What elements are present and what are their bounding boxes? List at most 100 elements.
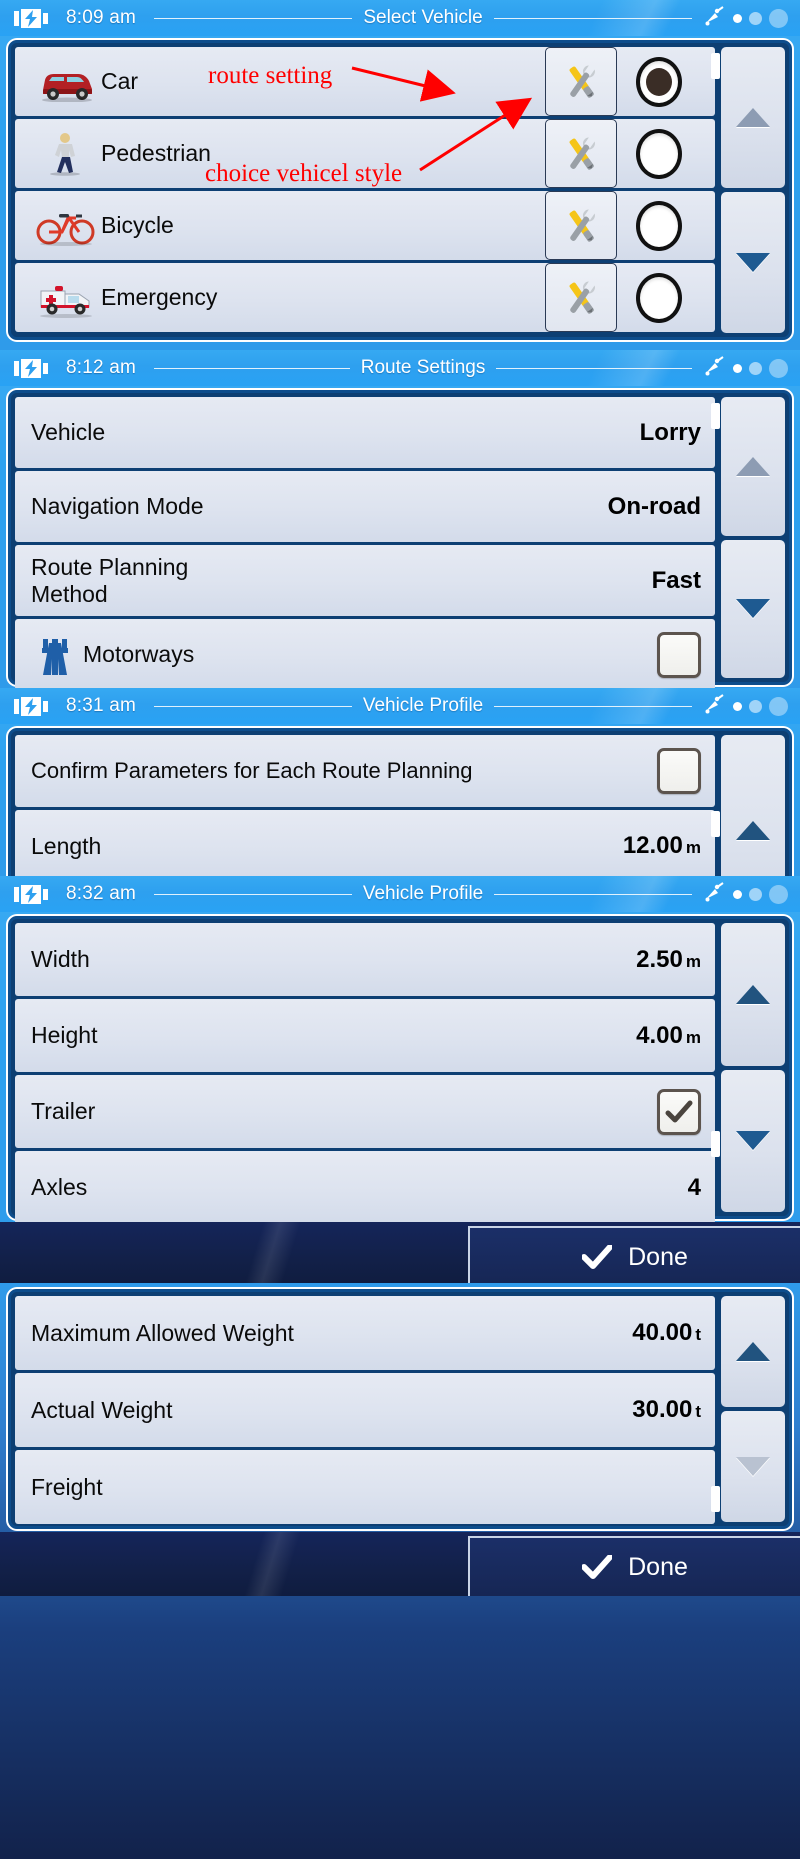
scrollbar-vehicle-profile-2[interactable] (711, 923, 785, 1212)
setting-label-motorways: Motorways (83, 641, 195, 668)
scroll-up-button[interactable] (721, 397, 785, 536)
scroll-up-button[interactable] (721, 1296, 785, 1407)
scrollbar-vehicle-profile-1[interactable] (711, 735, 785, 878)
scroll-up-button[interactable] (721, 923, 785, 1066)
profile-label-trailer: Trailer (31, 1098, 96, 1125)
radio-emergency[interactable] (636, 272, 682, 323)
profile-row-height[interactable]: Height 4.00 m (15, 999, 715, 1072)
signal-dot-1 (733, 701, 742, 711)
profile-label-actual-weight: Actual Weight (31, 1396, 173, 1423)
page-title: Select Vehicle (363, 7, 483, 28)
checkbox-trailer[interactable] (657, 1088, 701, 1135)
radio-cell-bicycle[interactable] (617, 200, 701, 251)
vehicle-list-panel: Car Pedestrian Bicycle Emergency (8, 40, 792, 340)
profile-row-width[interactable]: Width 2.50 m (15, 923, 715, 996)
battery-charging-icon (14, 696, 48, 716)
vehicle-profile-list-3: Maximum Allowed Weight 40.00 t Actual Wei… (15, 1296, 715, 1524)
scroll-up-button[interactable] (721, 735, 785, 878)
profile-row-trailer[interactable]: Trailer (15, 1075, 715, 1148)
profile-row-length[interactable]: Length 12.00 m (15, 810, 715, 878)
profile-label-height: Height (31, 1022, 98, 1049)
scrollbar-thumb[interactable] (711, 53, 720, 79)
status-bar-select-vehicle: 8:09 am Select Vehicle (0, 0, 800, 36)
bottom-bar-vehicle-profile-3: Done (0, 1532, 800, 1596)
profile-value-height: 4.00 m (636, 1021, 701, 1049)
profile-label-width: Width (31, 946, 90, 973)
status-bar-vehicle-profile-2: 8:32 am Vehicle Profile (0, 876, 800, 912)
radio-cell-emergency[interactable] (617, 272, 701, 323)
scrollbar-route-settings[interactable] (711, 397, 785, 678)
scrollbar-thumb[interactable] (711, 1486, 720, 1512)
check-icon (581, 1554, 614, 1579)
signal-dot-3 (769, 8, 788, 28)
radio-cell-car[interactable] (617, 56, 701, 107)
annotation-route-setting: route setting (208, 62, 333, 89)
profile-row-maximum-allowed-weight[interactable]: Maximum Allowed Weight 40.00 t (15, 1296, 715, 1370)
gps-status (704, 881, 788, 907)
page-title: Route Settings (360, 357, 486, 378)
triangle-down-icon (736, 253, 770, 272)
checkbox-motorways[interactable] (657, 631, 701, 678)
triangle-up-icon (736, 456, 770, 476)
screen-vehicle-profile-1: 8:31 am Vehicle Profile Confirm Paramete… (0, 688, 800, 878)
title-rule-right (494, 893, 692, 895)
vehicle-list: Car Pedestrian Bicycle Emergency (15, 47, 715, 333)
tools-icon-emergency[interactable] (545, 263, 617, 332)
satellite-dish-icon (704, 355, 726, 381)
radio-pedestrian[interactable] (636, 128, 682, 179)
setting-row-route-planning-method[interactable]: Route Planning Method Fast (15, 545, 715, 616)
scrollbar-thumb[interactable] (711, 811, 720, 837)
scrollbar-thumb[interactable] (711, 403, 720, 429)
signal-dot-3 (769, 696, 788, 716)
satellite-dish-icon (704, 5, 726, 31)
scroll-down-button[interactable] (721, 1069, 785, 1212)
bottom-bar-vehicle-profile-2: Done (0, 1222, 800, 1286)
triangle-down-icon (736, 1131, 770, 1151)
profile-row-axles[interactable]: Axles 4 (15, 1151, 715, 1224)
pedestrian-icon (31, 132, 101, 176)
vehicle-row-car[interactable]: Car (15, 47, 715, 116)
signal-dot-3 (769, 884, 788, 904)
done-button[interactable]: Done (468, 1226, 800, 1286)
radio-cell-pedestrian[interactable] (617, 128, 701, 179)
gps-status (704, 355, 788, 381)
setting-row-motorways[interactable]: Motorways (15, 619, 715, 690)
scrollbar-vehicle-profile-3[interactable] (711, 1296, 785, 1522)
tools-icon-pedestrian[interactable] (545, 119, 617, 188)
scroll-up-button[interactable] (721, 47, 785, 188)
done-button[interactable]: Done (468, 1536, 800, 1596)
page-title: Vehicle Profile (362, 883, 484, 904)
signal-dot-2 (749, 887, 762, 901)
triangle-down-icon (736, 599, 770, 619)
profile-value-axles: 4 (687, 1173, 701, 1201)
scrollbar-select-vehicle[interactable] (711, 47, 785, 333)
radio-car[interactable] (636, 56, 682, 107)
vehicle-row-bicycle[interactable]: Bicycle (15, 191, 715, 260)
setting-value-vehicle: Lorry (639, 418, 701, 446)
setting-row-navigation-mode[interactable]: Navigation Mode On-road (15, 471, 715, 542)
done-label: Done (628, 1242, 688, 1271)
scrollbar-thumb[interactable] (711, 1131, 720, 1157)
bicycle-icon (31, 206, 101, 246)
tools-icon-car[interactable] (545, 47, 617, 116)
checkbox-confirm-parameters[interactable] (657, 748, 701, 794)
profile-row-confirm-parameters[interactable]: Confirm Parameters for Each Route Planni… (15, 735, 715, 807)
profile-row-freight[interactable]: Freight (15, 1450, 715, 1524)
signal-dot-1 (733, 363, 742, 373)
signal-dot-2 (749, 361, 762, 375)
title-rule-left (154, 367, 350, 369)
route-settings-list: Vehicle Lorry Navigation Mode On-road Ro… (15, 397, 715, 690)
scroll-down-button[interactable] (721, 1411, 785, 1522)
profile-label-length: Length (31, 832, 102, 859)
signal-dot-1 (733, 13, 742, 23)
scroll-down-button[interactable] (721, 192, 785, 333)
scroll-down-button[interactable] (721, 539, 785, 678)
vehicle-row-emergency[interactable]: Emergency (15, 263, 715, 332)
setting-row-vehicle[interactable]: Vehicle Lorry (15, 397, 715, 468)
radio-bicycle[interactable] (636, 200, 682, 251)
car-icon (31, 62, 101, 102)
triangle-up-icon (736, 108, 770, 127)
tools-icon-bicycle[interactable] (545, 191, 617, 260)
profile-row-actual-weight[interactable]: Actual Weight 30.00 t (15, 1373, 715, 1447)
clock-label: 8:31 am (66, 695, 137, 716)
